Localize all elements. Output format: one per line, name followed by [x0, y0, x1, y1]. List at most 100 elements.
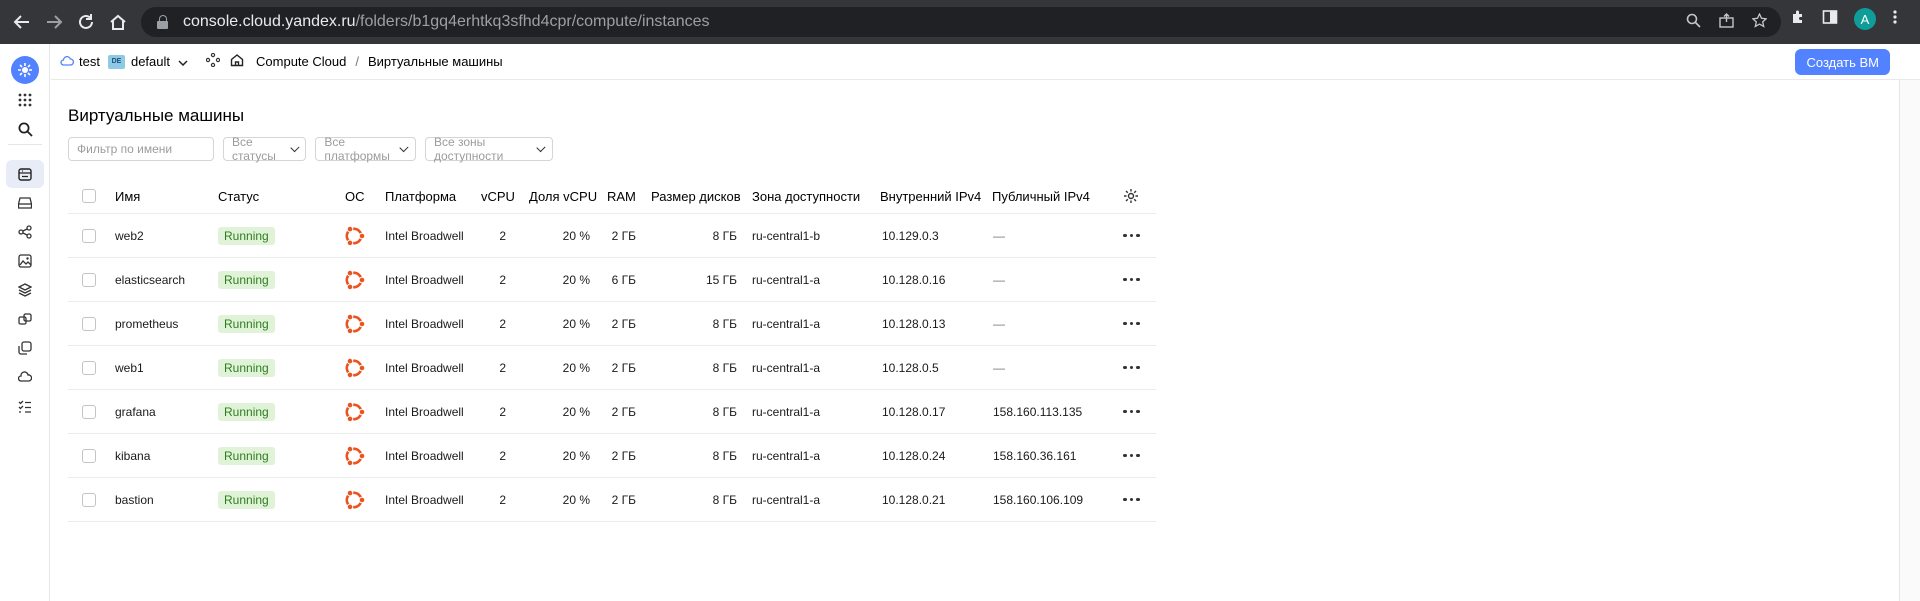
- row-actions-button[interactable]: [1123, 390, 1140, 433]
- name-filter-input[interactable]: Фильтр по имени: [68, 137, 214, 161]
- column-header-disk-size[interactable]: Размер дисков: [651, 179, 741, 213]
- status-filter-select[interactable]: Все статусы: [222, 135, 307, 163]
- vm-name[interactable]: kibana: [115, 434, 150, 477]
- zone-cell: ru-central1-a: [752, 272, 821, 287]
- forward-icon[interactable]: [40, 8, 68, 36]
- row-actions-button[interactable]: [1123, 346, 1140, 389]
- home-icon[interactable]: [104, 8, 132, 36]
- vm-name[interactable]: elasticsearch: [115, 258, 185, 301]
- row-checkbox[interactable]: [82, 492, 96, 507]
- table-row[interactable]: kibana Running Intel Broadwell 2 20 % 2 ГБ 8 Г…: [68, 434, 1156, 478]
- column-header-internal-ipv4[interactable]: Внутренний IPv4: [880, 179, 981, 213]
- table-settings-gear-icon[interactable]: [1123, 179, 1139, 213]
- vcpu-cell: 2: [499, 272, 506, 287]
- zone-cell: ru-central1-a: [752, 404, 821, 419]
- disks-icon[interactable]: [11, 189, 39, 217]
- column-header-name[interactable]: Имя: [115, 179, 140, 213]
- column-header-zone[interactable]: Зона доступности: [752, 179, 860, 213]
- breadcrumb-folder[interactable]: default: [131, 54, 170, 69]
- status-filter-label: Все статусы: [231, 135, 276, 163]
- row-actions-button[interactable]: [1123, 258, 1140, 301]
- table-row[interactable]: bastion Running Intel Broadwell 2 20 % 2 ГБ 8 …: [68, 478, 1156, 522]
- vcpu-share-cell: 20 %: [562, 360, 590, 375]
- chevron-down-icon[interactable]: [178, 54, 188, 69]
- vm-name[interactable]: grafana: [115, 390, 156, 433]
- search-icon[interactable]: [11, 115, 39, 143]
- table-row[interactable]: web1 Running Intel Broadwell 2 20 % 2 ГБ 8 ГБ r…: [68, 346, 1156, 390]
- row-checkbox[interactable]: [82, 272, 96, 287]
- row-checkbox[interactable]: [82, 448, 96, 463]
- disk-size-cell: 8 ГБ: [712, 404, 737, 419]
- gpu-clusters-icon[interactable]: [11, 363, 39, 391]
- row-checkbox[interactable]: [82, 360, 96, 375]
- row-actions-button[interactable]: [1123, 478, 1140, 521]
- share-icon[interactable]: [1719, 13, 1734, 32]
- profile-avatar[interactable]: A: [1854, 8, 1876, 30]
- table-row[interactable]: prometheus Running Intel Broadwell 2 20 % 2 Г…: [68, 302, 1156, 346]
- home-icon[interactable]: [230, 53, 244, 70]
- table-row[interactable]: web2 Running Intel Broadwell 2 20 % 2 ГБ 8 ГБ r…: [68, 214, 1156, 258]
- vm-name[interactable]: bastion: [115, 478, 154, 521]
- column-header-status[interactable]: Статус: [218, 179, 259, 213]
- address-bar[interactable]: console.cloud.yandex.ru/folders/b1gq4erh…: [141, 7, 1781, 37]
- back-icon[interactable]: [8, 8, 36, 36]
- row-actions-button[interactable]: [1123, 434, 1140, 477]
- operations-icon[interactable]: [11, 392, 39, 420]
- vcpu-cell: 2: [499, 360, 506, 375]
- row-checkbox[interactable]: [82, 316, 96, 331]
- ubuntu-icon: [343, 434, 365, 477]
- column-header-vcpu[interactable]: vCPU: [481, 179, 515, 213]
- row-checkbox[interactable]: [82, 228, 96, 243]
- placement-groups-icon[interactable]: [11, 218, 39, 246]
- disk-size-cell: 8 ГБ: [712, 448, 737, 463]
- extensions-icon[interactable]: [1790, 9, 1806, 30]
- vm-name[interactable]: web2: [115, 214, 144, 257]
- column-header-platform[interactable]: Платформа: [385, 179, 456, 213]
- ubuntu-icon: [343, 346, 365, 389]
- ram-cell: 6 ГБ: [611, 272, 636, 287]
- column-header-vcpu-share[interactable]: Доля vCPU: [529, 179, 597, 213]
- layers-icon[interactable]: [11, 276, 39, 304]
- ram-cell: 2 ГБ: [611, 360, 636, 375]
- right-panel-edge: [1899, 80, 1920, 601]
- services-grid-icon[interactable]: [11, 86, 39, 114]
- public-ipv4-cell: —: [993, 360, 1005, 375]
- instance-groups-icon[interactable]: [11, 305, 39, 333]
- column-header-ram[interactable]: RAM: [607, 179, 636, 213]
- images-icon[interactable]: [11, 247, 39, 275]
- row-actions-button[interactable]: [1123, 302, 1140, 345]
- side-panel-icon[interactable]: [1822, 9, 1838, 30]
- menu-kebab-icon[interactable]: [1892, 9, 1898, 30]
- vm-list-icon[interactable]: [6, 160, 44, 188]
- zoom-icon[interactable]: [1686, 13, 1701, 32]
- column-header-public-ipv4[interactable]: Публичный IPv4: [992, 179, 1090, 213]
- service-graph-icon[interactable]: [205, 52, 221, 70]
- internal-ipv4-cell: 10.129.0.3: [882, 228, 939, 243]
- vm-name[interactable]: prometheus: [115, 302, 178, 345]
- zone-filter-select[interactable]: Все зоны доступности: [424, 135, 553, 163]
- status-badge: Running: [218, 402, 275, 421]
- ram-cell: 2 ГБ: [611, 492, 636, 507]
- row-checkbox[interactable]: [82, 404, 96, 419]
- vcpu-share-cell: 20 %: [562, 448, 590, 463]
- column-header-os[interactable]: ОС: [345, 179, 365, 213]
- row-actions-button[interactable]: [1123, 214, 1140, 257]
- public-ipv4-cell: —: [993, 272, 1005, 287]
- bookmark-star-icon[interactable]: [1751, 12, 1768, 32]
- create-vm-button[interactable]: Создать ВМ: [1795, 49, 1890, 75]
- more-actions-icon: [1123, 233, 1140, 238]
- select-all-checkbox[interactable]: [82, 189, 96, 203]
- status-badge: Running: [218, 270, 275, 289]
- breadcrumb-service[interactable]: Compute Cloud: [256, 54, 346, 69]
- snapshots-icon[interactable]: [11, 334, 39, 362]
- table-row[interactable]: elasticsearch Running Intel Broadwell 2 20 %…: [68, 258, 1156, 302]
- more-actions-icon: [1123, 453, 1140, 458]
- table-row[interactable]: grafana Running Intel Broadwell 2 20 % 2 ГБ 8 …: [68, 390, 1156, 434]
- vcpu-share-cell: 20 %: [562, 492, 590, 507]
- platform-filter-select[interactable]: Все платформы: [315, 135, 416, 163]
- cloud-logo-icon[interactable]: [11, 56, 39, 84]
- breadcrumb-cloud[interactable]: test: [79, 54, 100, 69]
- vm-name[interactable]: web1: [115, 346, 144, 389]
- reload-icon[interactable]: [72, 8, 100, 36]
- table-header: Имя Статус ОС Платформа vCPU Доля vCPU R…: [68, 179, 1156, 214]
